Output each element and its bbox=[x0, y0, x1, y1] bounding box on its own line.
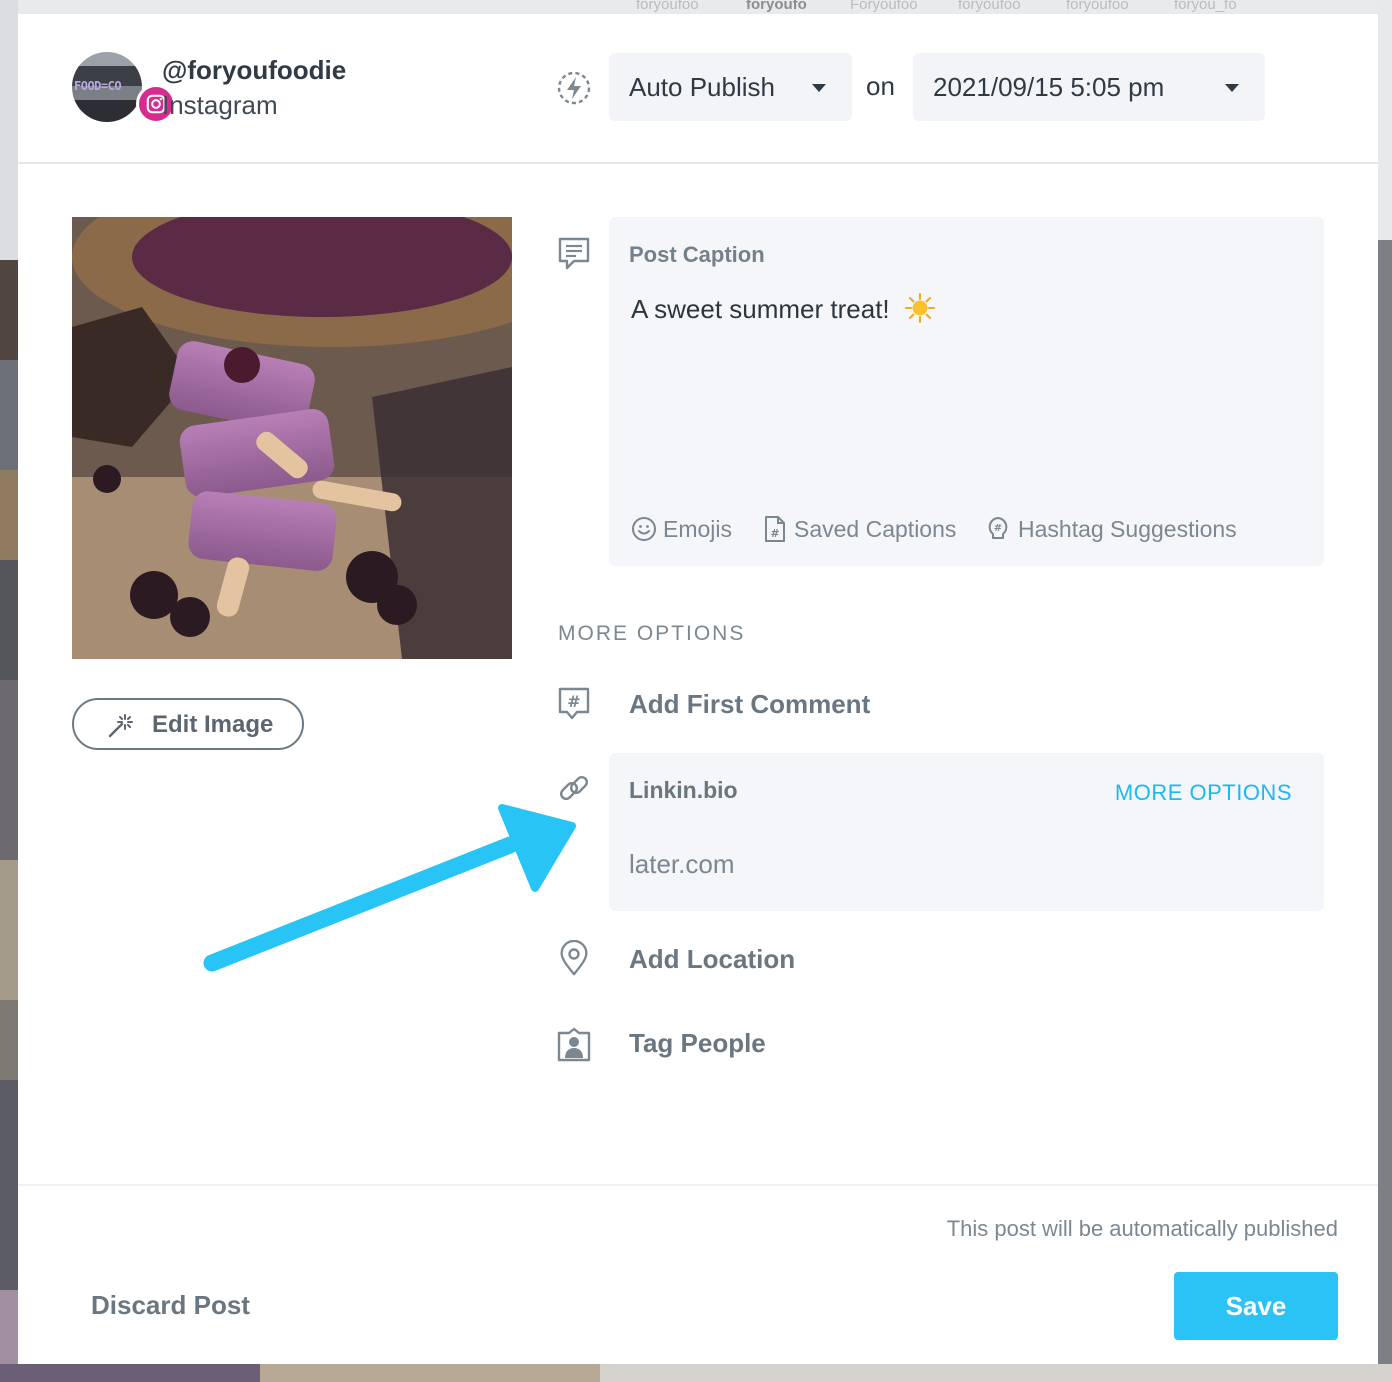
modal-header: FOOD=CO @foryoufoodie Instagram Auto Pub… bbox=[18, 14, 1378, 164]
publish-datetime-value: 2021/09/15 5:05 pm bbox=[933, 71, 1165, 102]
svg-text:#: # bbox=[994, 523, 1002, 534]
emojis-button[interactable]: Emojis bbox=[631, 512, 732, 546]
bg-username: foryou_fo bbox=[1174, 0, 1237, 13]
background-strip: foryoufoo foryoufo Foryoufoo foryoufoo f… bbox=[0, 0, 1392, 14]
saved-captions-icon: # bbox=[765, 516, 785, 542]
more-options-heading: MORE OPTIONS bbox=[558, 622, 746, 645]
sun-emoji-icon bbox=[904, 293, 935, 323]
save-button[interactable]: Save bbox=[1174, 1272, 1338, 1340]
edit-image-label: Edit Image bbox=[152, 711, 274, 738]
bg-username: Foryoufoo bbox=[850, 0, 918, 13]
edit-post-modal: FOOD=CO @foryoufoodie Instagram Auto Pub… bbox=[18, 14, 1378, 1364]
hashtag-suggestions-icon: # bbox=[988, 517, 1008, 539]
emoji-icon bbox=[632, 517, 656, 541]
background-left-edge bbox=[0, 0, 18, 1382]
saved-captions-button[interactable]: # Saved Captions bbox=[762, 512, 956, 546]
edit-image-button[interactable]: Edit Image bbox=[72, 698, 304, 750]
publish-status-note: This post will be automatically publishe… bbox=[946, 1216, 1338, 1241]
svg-text:#: # bbox=[770, 527, 779, 540]
caret-down-icon bbox=[812, 84, 826, 92]
caption-editor[interactable]: Post Caption A sweet summer treat! Emoji… bbox=[609, 217, 1324, 566]
caption-icon bbox=[554, 233, 594, 273]
add-first-comment-button[interactable]: Add First Comment bbox=[629, 689, 870, 720]
linkin-url-field[interactable]: later.com bbox=[629, 849, 735, 880]
tag-people-button[interactable]: Tag People bbox=[629, 1028, 766, 1059]
modal-footer: This post will be automatically publishe… bbox=[18, 1184, 1378, 1366]
account-network: Instagram bbox=[162, 90, 278, 120]
account-handle: @foryoufoodie bbox=[162, 55, 347, 85]
post-image bbox=[72, 217, 512, 659]
caret-down-icon bbox=[1225, 84, 1239, 92]
bg-username: foryoufoo bbox=[958, 0, 1021, 13]
on-label: on bbox=[866, 71, 895, 101]
annotation-arrow-icon bbox=[203, 804, 576, 972]
auto-publish-icon bbox=[554, 68, 594, 108]
caption-label: Post Caption bbox=[629, 242, 765, 267]
bg-username: foryoufo bbox=[746, 0, 807, 13]
linkin-bio-label: Linkin.bio bbox=[629, 777, 738, 803]
add-location-button[interactable]: Add Location bbox=[629, 944, 795, 975]
linkin-more-options-link[interactable]: MORE OPTIONS bbox=[1115, 780, 1292, 806]
publish-mode-value: Auto Publish bbox=[629, 71, 775, 102]
bg-username: foryoufoo bbox=[636, 0, 699, 13]
linkin-bio-panel: Linkin.bio MORE OPTIONS later.com bbox=[609, 753, 1324, 911]
caption-text-value: A sweet summer treat! bbox=[631, 294, 890, 324]
background-right-edge bbox=[1378, 0, 1392, 1382]
avatar: FOOD=CO bbox=[72, 52, 142, 122]
saved-captions-label: Saved Captions bbox=[794, 515, 957, 542]
bg-username: foryoufoo bbox=[1066, 0, 1129, 13]
publish-datetime-select[interactable]: 2021/09/15 5:05 pm bbox=[913, 53, 1265, 121]
emojis-label: Emojis bbox=[663, 515, 733, 542]
svg-text:#: # bbox=[567, 692, 580, 711]
caption-text[interactable]: A sweet summer treat! bbox=[631, 293, 935, 325]
avatar-text: FOOD=CO bbox=[74, 79, 122, 93]
hashtag-suggestions-button[interactable]: # Hashtag Suggestions bbox=[984, 512, 1237, 546]
background-bottom-edge bbox=[0, 1364, 1392, 1382]
publish-mode-select[interactable]: Auto Publish bbox=[609, 53, 852, 121]
hashtag-suggestions-label: Hashtag Suggestions bbox=[1018, 515, 1237, 542]
discard-post-button[interactable]: Discard Post bbox=[91, 1290, 250, 1321]
magic-wand-icon bbox=[106, 712, 134, 740]
tag-people-icon bbox=[554, 1025, 594, 1065]
first-comment-icon: # bbox=[554, 684, 594, 724]
